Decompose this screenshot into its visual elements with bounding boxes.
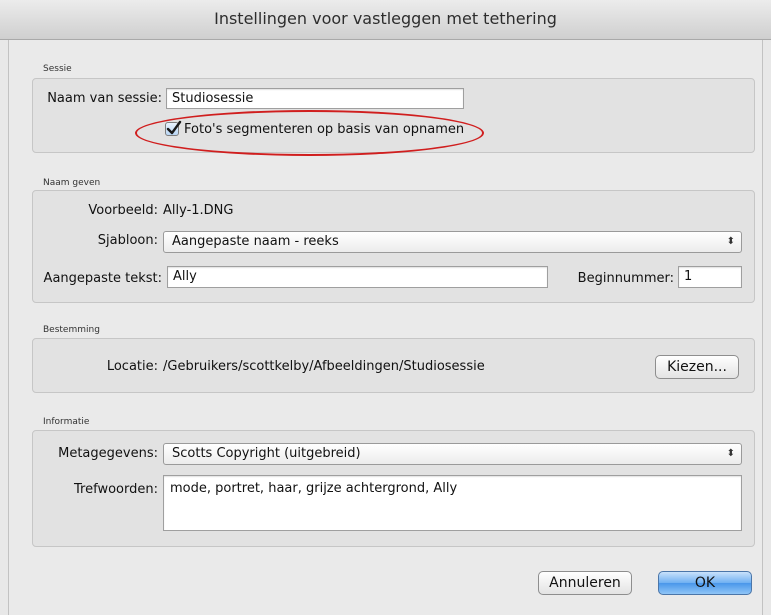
choose-folder-button[interactable]: Kiezen... bbox=[655, 355, 739, 379]
destination-section-label: Bestemming bbox=[43, 325, 100, 335]
example-value: Ally-1.DNG bbox=[163, 203, 234, 218]
updown-arrows-icon: ⬍ bbox=[726, 236, 735, 247]
checkmark-icon bbox=[166, 120, 182, 135]
start-number-label: Beginnummer: bbox=[577, 271, 674, 286]
metadata-label: Metagegevens: bbox=[58, 446, 158, 461]
metadata-select-value: Scotts Copyright (uitgebreid) bbox=[172, 446, 361, 461]
session-name-field[interactable]: Studiosessie bbox=[166, 88, 464, 109]
window-title: Instellingen voor vastleggen met tetheri… bbox=[0, 0, 771, 40]
session-name-label: Naam van sessie: bbox=[47, 91, 162, 106]
segment-checkbox[interactable] bbox=[165, 120, 182, 136]
keywords-label: Trefwoorden: bbox=[74, 482, 158, 497]
keywords-field[interactable]: mode, portret, haar, grijze achtergrond,… bbox=[163, 475, 742, 531]
updown-arrows-icon: ⬍ bbox=[726, 448, 735, 459]
information-section-label: Informatie bbox=[43, 417, 90, 427]
custom-text-field[interactable]: Ally bbox=[167, 266, 548, 288]
template-label: Sjabloon: bbox=[97, 233, 158, 248]
ok-button[interactable]: OK bbox=[658, 571, 752, 595]
template-select[interactable]: Aangepaste naam - reeks ⬍ bbox=[163, 231, 742, 253]
location-path: /Gebruikers/scottkelby/Afbeeldingen/Stud… bbox=[163, 359, 485, 374]
segment-checkbox-label[interactable]: Foto's segmenteren op basis van opnamen bbox=[184, 122, 464, 137]
example-label: Voorbeeld: bbox=[88, 203, 158, 218]
custom-text-label: Aangepaste tekst: bbox=[43, 271, 162, 286]
location-label: Locatie: bbox=[106, 359, 158, 374]
start-number-field[interactable]: 1 bbox=[678, 266, 742, 288]
session-section-label: Sessie bbox=[43, 64, 72, 74]
metadata-select[interactable]: Scotts Copyright (uitgebreid) ⬍ bbox=[163, 443, 742, 465]
template-select-value: Aangepaste naam - reeks bbox=[172, 234, 339, 249]
naming-section-label: Naam geven bbox=[43, 178, 101, 188]
cancel-button[interactable]: Annuleren bbox=[538, 571, 632, 595]
